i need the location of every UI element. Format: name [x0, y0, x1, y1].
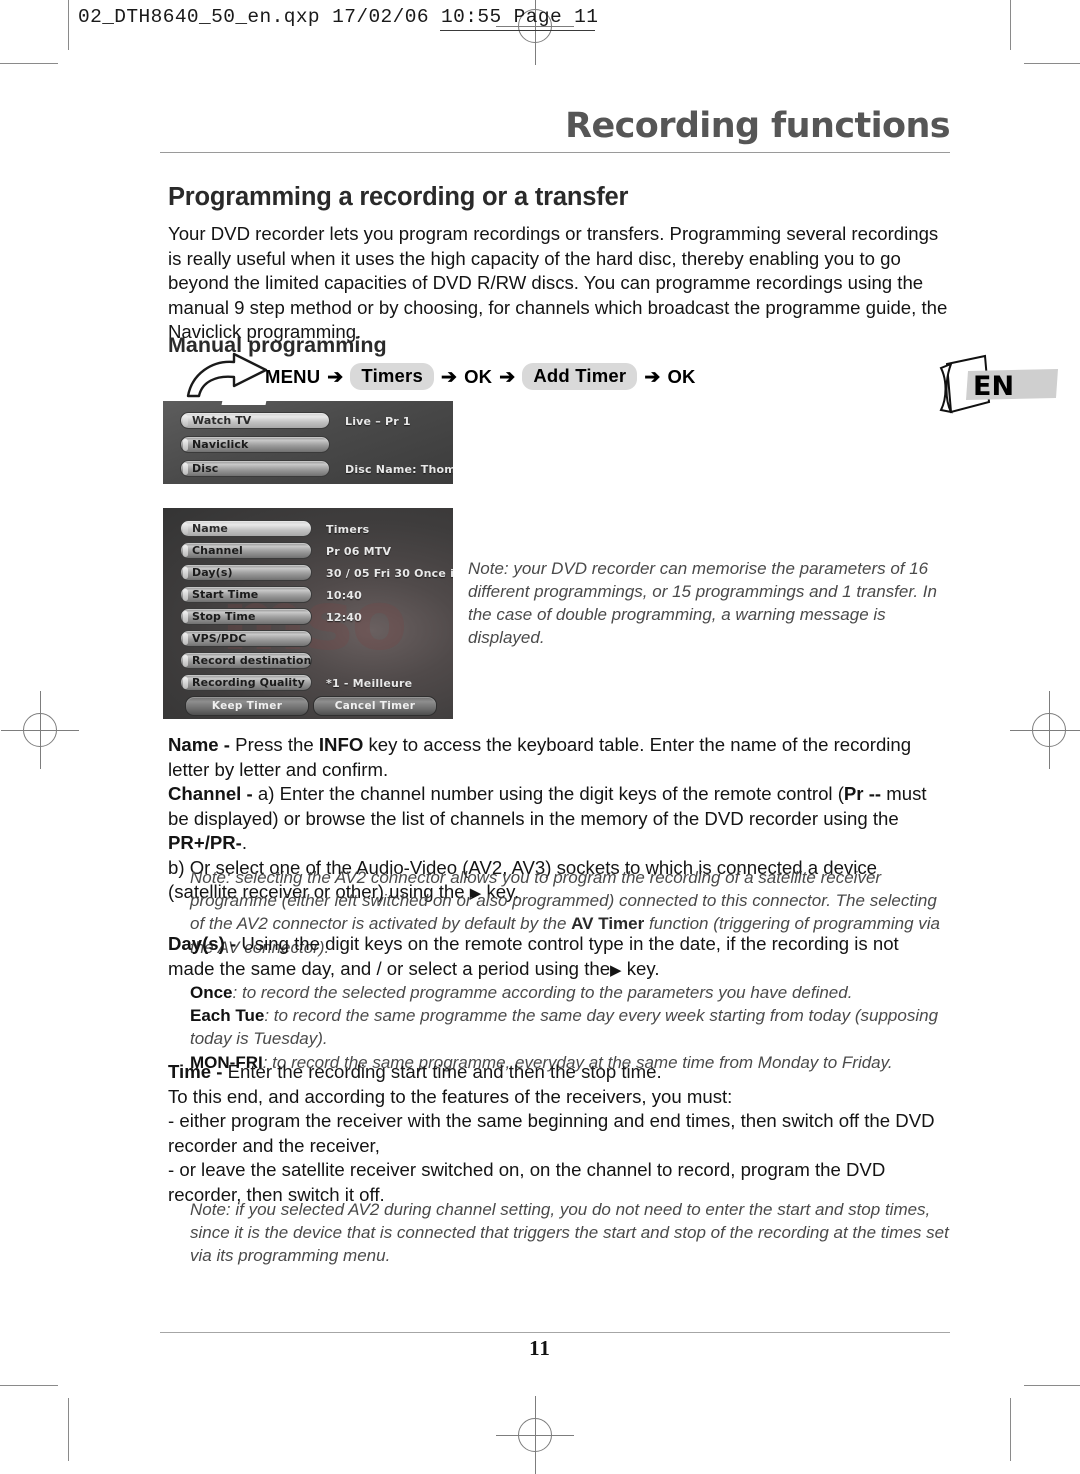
osd-label-naviclick: Naviclick: [192, 438, 249, 451]
definition-each-tue: Each Tue: to record the same programme t…: [168, 1004, 950, 1050]
osd-label-start-time: Start Time: [192, 588, 259, 601]
osd-label-recording-quality: Recording Quality: [192, 676, 305, 689]
right-arrow-key-icon-2: ▶: [610, 961, 622, 979]
page-title: Recording functions: [565, 106, 950, 146]
osd-button-name[interactable]: Name: [180, 520, 312, 537]
osd-label-days: Day(s): [192, 566, 233, 579]
footer-divider: [160, 1332, 950, 1334]
section-heading: Programming a recording or a transfer: [168, 183, 629, 211]
path-arrow-icon-2: ➔: [440, 367, 458, 388]
osd-label-channel: Channel: [192, 544, 243, 557]
osd-button-watch-tv[interactable]: Watch TV: [180, 412, 330, 429]
page-number: 11: [529, 1336, 551, 1360]
osd-button-keep-timer[interactable]: Keep Timer: [185, 696, 309, 716]
osd-label-disc: Disc: [192, 462, 219, 475]
osd-button-stop-time[interactable]: Stop Time: [180, 608, 312, 625]
osd-label-vps-pdc: VPS/PDC: [192, 632, 247, 645]
paragraph-name: Name - Press the INFO key to access the …: [168, 733, 950, 782]
osd-button-record-destination[interactable]: Record destination: [180, 652, 312, 669]
definition-once-label: Once: [190, 983, 233, 1002]
paragraph-time-text: Enter the recording start time and then …: [222, 1061, 662, 1082]
osd-value-disc-name: Disc Name: Thomson Dis: [345, 463, 453, 476]
osd-button-vps-pdc[interactable]: VPS/PDC: [180, 630, 312, 647]
path-step-add-timer[interactable]: Add Timer: [522, 363, 638, 390]
path-step-timers[interactable]: Timers: [350, 363, 434, 390]
osd-value-watch-tv: Live – Pr 1: [345, 415, 411, 428]
paragraph-channel-label: Channel -: [168, 783, 253, 804]
intro-paragraph: Your DVD recorder lets you program recor…: [168, 223, 948, 343]
path-arrow-icon-1: ➔: [327, 367, 344, 388]
osd-screenshot-timers: mso Name Timers Channel Pr 06 MTV Day(s)…: [163, 508, 453, 719]
definition-once: Once: to record the selected programme a…: [168, 981, 950, 1004]
curved-arrow-icon: [186, 352, 270, 398]
body-final-note: Note: if you selected AV2 during channel…: [168, 1198, 950, 1268]
osd-value-channel: Pr 06 MTV: [326, 545, 392, 558]
body-copy-time: Time - Enter the recording start time an…: [168, 1060, 950, 1207]
bullet-program-receiver: - either program the receiver with the s…: [168, 1110, 935, 1156]
osd-value-name: Timers: [326, 523, 370, 536]
osd-screenshot-main-menu: Watch TV Live – Pr 1 Naviclick Disc Disc…: [163, 401, 453, 484]
osd-value-stop-time: 12:40: [326, 611, 363, 624]
paragraph-channel-text-a3: .: [241, 832, 248, 853]
paragraph-to-this-end: To this end, and according to the featur…: [168, 1085, 733, 1107]
paragraph-name-text-1: Press the: [230, 734, 319, 755]
page-canvas: Recording functions Programming a record…: [0, 0, 1080, 1461]
osd-button-start-time[interactable]: Start Time: [180, 586, 312, 603]
osd-button-disc[interactable]: Disc: [180, 460, 330, 477]
paragraph-channel-text-a1: a) Enter the channel number using the di…: [252, 783, 844, 804]
key-pr: Pr --: [843, 783, 882, 804]
osd-value-start-time: 10:40: [326, 589, 363, 602]
language-badge-label: EN: [973, 371, 1014, 402]
paragraph-time-label: Time -: [168, 1061, 223, 1082]
side-note: Note: your DVD recorder can memorise the…: [468, 559, 937, 647]
osd-value-recording-quality: *1 - Meilleure: [326, 677, 413, 690]
osd-value-days: 30 / 05 Fri 30 Once is: [326, 567, 453, 580]
osd-button-naviclick[interactable]: Naviclick: [180, 436, 330, 453]
paragraph-final-note: Note: if you selected AV2 during channel…: [190, 1200, 949, 1266]
key-pr-plus-minus: PR+/PR-: [168, 832, 242, 853]
paragraph-time: Time - Enter the recording start time an…: [168, 1060, 950, 1085]
key-info: INFO: [318, 734, 364, 755]
osd-label-watch-tv: Watch TV: [192, 414, 252, 427]
definition-each-tue-label: Each Tue: [190, 1006, 265, 1026]
path-arrow-icon-3: ➔: [499, 367, 516, 388]
paragraph-days-label: Day(s) -: [168, 933, 237, 954]
paragraph-channel: Channel - a) Enter the channel number us…: [168, 782, 950, 856]
osd-button-channel[interactable]: Channel: [180, 542, 312, 559]
language-badge: EN: [925, 350, 1060, 422]
menu-path: MENU ➔ Timers ➔ OK ➔ Add Timer ➔ OK: [265, 363, 696, 390]
paragraph-days: Day(s) - Using the digit keys on the rem…: [168, 932, 950, 981]
paragraph-days-text-2: key.: [621, 957, 660, 979]
osd-tab-notch: [221, 401, 269, 405]
av-timer-term: AV Timer: [571, 914, 645, 934]
path-step-ok-2: OK: [667, 365, 696, 387]
body-copy-days: Day(s) - Using the digit keys on the rem…: [168, 932, 950, 981]
paragraph-days-text-1: Using the digit keys on the remote contr…: [168, 933, 899, 979]
path-step-ok-1: OK: [464, 365, 493, 387]
osd-label-name: Name: [192, 522, 228, 535]
definition-each-tue-text: : to record the same programme the same …: [190, 1006, 939, 1049]
path-arrow-icon-4: ➔: [644, 367, 661, 388]
osd-button-days[interactable]: Day(s): [180, 564, 312, 581]
running-head: Recording functions: [160, 106, 951, 154]
osd-label-stop-time: Stop Time: [192, 610, 256, 623]
definition-once-text: : to record the selected programme accor…: [232, 983, 853, 1002]
osd-button-cancel-timer[interactable]: Cancel Timer: [313, 696, 437, 716]
title-divider: [160, 151, 950, 154]
paragraph-name-label: Name -: [168, 734, 231, 755]
osd-label-record-destination: Record destination: [192, 654, 312, 667]
osd-button-recording-quality[interactable]: Recording Quality: [180, 674, 312, 691]
body-copy: Name - Press the INFO key to access the …: [168, 733, 950, 782]
path-step-menu: MENU: [265, 365, 321, 387]
